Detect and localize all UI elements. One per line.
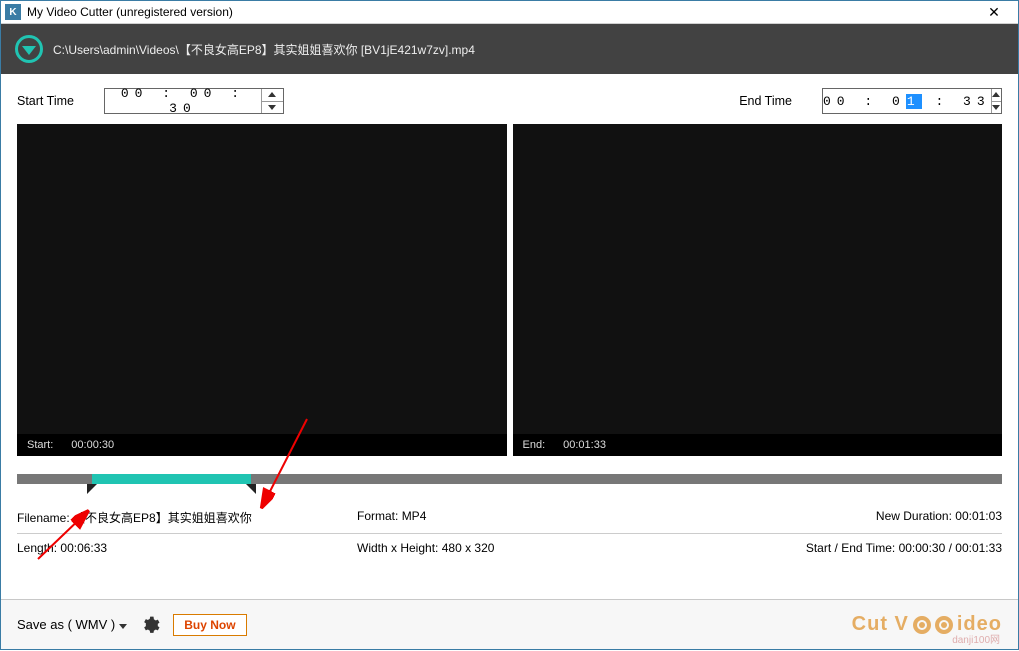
start-end-field: Start / End Time: 00:00:30 / 00:01:33: [677, 541, 1002, 555]
start-caption-label: Start:: [27, 439, 53, 451]
length-field: Length: 00:06:33: [17, 541, 357, 555]
spin-up-icon[interactable]: [992, 89, 1001, 102]
gear-icon: [140, 615, 160, 635]
save-as-dropdown[interactable]: Save as ( WMV ): [17, 617, 127, 632]
divider: [17, 533, 1002, 534]
end-time-value: 00 : 01 : 33: [823, 94, 991, 109]
time-row: Start Time 00 : 00 : 30 End Time 00 : 01…: [1, 74, 1018, 124]
close-button[interactable]: ✕: [974, 1, 1014, 24]
bottom-bar: Save as ( WMV ) Buy Now Cut Video danji1…: [1, 599, 1018, 649]
start-time-label: Start Time: [17, 94, 74, 108]
watermark-logo: Cut Video danji100网: [852, 613, 1002, 636]
new-duration-field: New Duration: 00:01:03: [677, 509, 1002, 526]
end-frame-preview: End: 00:01:33: [513, 124, 1003, 456]
settings-button[interactable]: [139, 614, 161, 636]
resolution-field: Width x Height: 480 x 320: [357, 541, 677, 555]
slider-handle-end[interactable]: [246, 484, 256, 494]
download-icon[interactable]: [15, 35, 43, 63]
title-bar: K My Video Cutter (unregistered version)…: [1, 1, 1018, 24]
window-title: My Video Cutter (unregistered version): [27, 5, 233, 19]
start-frame-preview: Start: 00:00:30: [17, 124, 507, 456]
file-info: Filename: 【不良女高EP8】其实姐姐喜欢你 Format: MP4 N…: [1, 494, 1018, 564]
filename-field: Filename: 【不良女高EP8】其实姐姐喜欢你: [17, 509, 357, 526]
end-caption-label: End:: [523, 439, 546, 451]
spin-down-icon[interactable]: [262, 102, 283, 114]
start-time-input[interactable]: 00 : 00 : 30: [104, 88, 284, 114]
app-icon: K: [5, 4, 21, 20]
app-window: K My Video Cutter (unregistered version)…: [0, 0, 1019, 650]
start-caption-time: 00:00:30: [71, 439, 114, 451]
start-frame-caption: Start: 00:00:30: [17, 434, 507, 456]
end-time-spinner[interactable]: [991, 89, 1001, 113]
spin-down-icon[interactable]: [992, 102, 1001, 114]
start-time-spinner[interactable]: [261, 89, 283, 113]
start-time-value: 00 : 00 : 30: [105, 86, 261, 116]
buy-now-button[interactable]: Buy Now: [173, 614, 246, 636]
slider-selection: [92, 474, 252, 484]
chevron-down-icon: [119, 617, 127, 632]
save-as-label: Save as ( WMV ): [17, 617, 115, 632]
format-field: Format: MP4: [357, 509, 677, 526]
end-time-label: End Time: [739, 94, 792, 108]
start-frame-canvas[interactable]: [17, 124, 507, 434]
file-path-bar: C:\Users\admin\Videos\【不良女高EP8】其实姐姐喜欢你 […: [1, 24, 1018, 74]
preview-row: Start: 00:00:30 End: 00:01:33: [1, 124, 1018, 456]
end-caption-time: 00:01:33: [563, 439, 606, 451]
slider-track[interactable]: [17, 474, 1002, 484]
end-time-input[interactable]: 00 : 01 : 33: [822, 88, 1002, 114]
file-path: C:\Users\admin\Videos\【不良女高EP8】其实姐姐喜欢你 […: [53, 41, 475, 58]
end-frame-caption: End: 00:01:33: [513, 434, 1003, 456]
trim-slider[interactable]: [17, 474, 1002, 494]
slider-handle-start[interactable]: [87, 484, 97, 494]
end-frame-canvas[interactable]: [513, 124, 1003, 434]
spin-up-icon[interactable]: [262, 89, 283, 102]
